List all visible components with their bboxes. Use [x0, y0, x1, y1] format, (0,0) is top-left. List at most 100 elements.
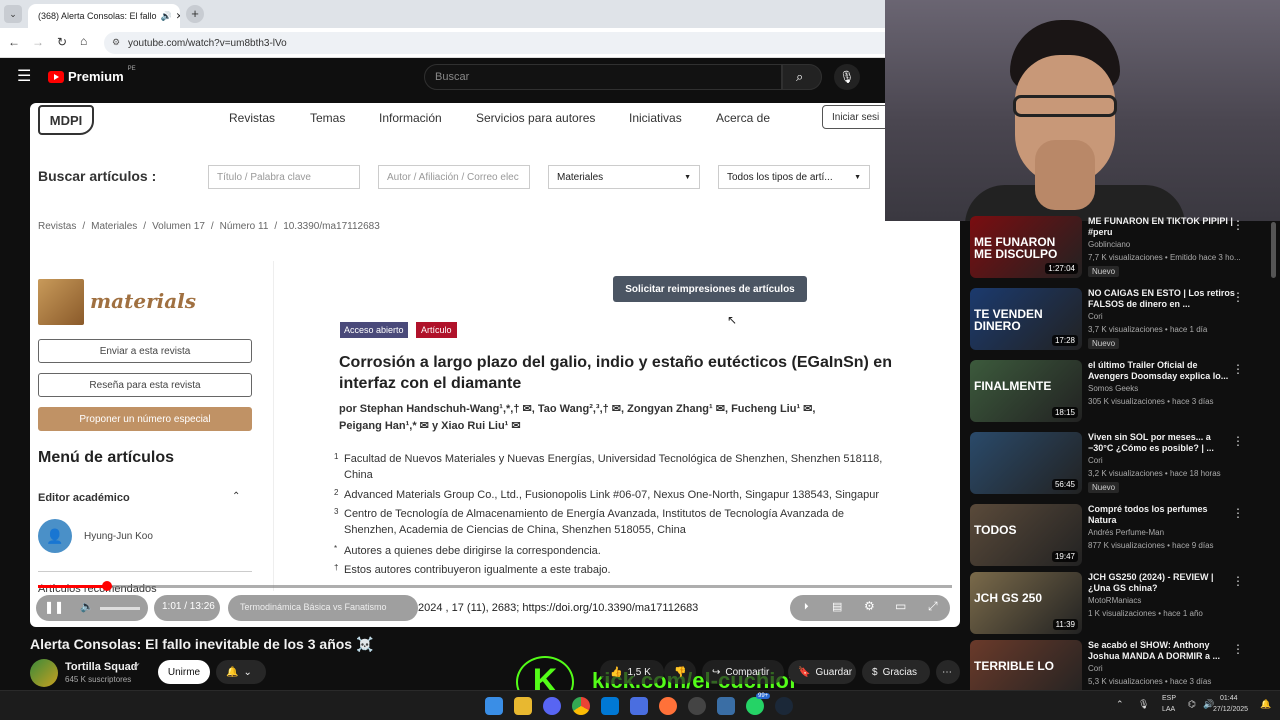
more-options-icon[interactable]: ⋮ — [1232, 434, 1244, 448]
video-thumbnail[interactable]: TE VENDEN DINERO 17:28 — [970, 288, 1082, 350]
chrome-icon[interactable] — [572, 697, 590, 715]
steam-icon[interactable] — [775, 697, 793, 715]
breadcrumb-numero[interactable]: Número 11 — [220, 221, 269, 232]
site-info-icon[interactable]: ⚙ — [112, 37, 120, 48]
authors-line-2[interactable]: Peigang Han¹,* ✉ y Xiao Rui Liu¹ ✉ — [339, 419, 521, 432]
video-thumbnail[interactable]: ME FUNARON ME DISCULPO 1:27:04 — [970, 216, 1082, 278]
tray-chevron-icon[interactable]: ⌃ — [1116, 699, 1124, 710]
channel-name[interactable]: Goblinciano — [1088, 240, 1130, 249]
autoplay-icon[interactable]: ⏵ — [804, 601, 809, 612]
share-button[interactable]: ↪ Compartir — [702, 660, 784, 684]
new-tab-button[interactable]: + — [186, 5, 204, 23]
video-thumbnail[interactable]: FINALMENTE 18:15 — [970, 360, 1082, 422]
recommended-video[interactable]: 56:45 Viven sin SOL por meses... a −30°C … — [970, 432, 1270, 498]
chapter-pill[interactable]: Termodinámica Básica vs Fanatismo — [228, 595, 418, 621]
recommended-video[interactable]: TODOS 19:47 Compré todos los perfumes Natu… — [970, 504, 1270, 570]
volume-slider[interactable] — [100, 607, 140, 610]
back-icon[interactable]: ← — [8, 35, 20, 49]
video-title[interactable]: Se acabó el SHOW: Anthony Joshua MANDA A… — [1088, 640, 1238, 662]
save-button[interactable]: 🔖 Guardar — [788, 660, 856, 684]
more-options-icon[interactable]: ⋮ — [1232, 574, 1244, 588]
tab-list-button[interactable]: ⌄ — [4, 5, 22, 23]
review-journal-button[interactable]: Reseña para esta revista — [38, 373, 252, 397]
breadcrumb-volumen[interactable]: Volumen 17 — [152, 221, 205, 232]
browser-tab[interactable]: (368) Alerta Consolas: El fallo 🔊 ✕ — [28, 4, 180, 28]
recommended-video[interactable]: JCH GS 250 11:39 JCH GS250 (2024) - REVIEW… — [970, 572, 1270, 638]
nav-acerca[interactable]: Acerca de — [716, 111, 770, 125]
recommended-video[interactable]: TE VENDEN DINERO 17:28 NO CAIGAS EN ESTO |… — [970, 288, 1270, 354]
notifications-button[interactable]: 🔔 ⌄ — [216, 660, 266, 684]
more-actions-button[interactable]: ⋯ — [936, 660, 960, 684]
journal-select[interactable]: Materiales ▼ — [548, 165, 700, 189]
search-input[interactable]: Buscar — [424, 64, 782, 90]
channel-name[interactable]: Cori — [1088, 456, 1103, 465]
language-code[interactable]: ESP — [1162, 695, 1176, 702]
notification-bell-icon[interactable]: 🔔 — [1260, 699, 1271, 710]
discord-icon[interactable] — [543, 697, 561, 715]
theater-mode-icon[interactable]: ▭ — [895, 599, 906, 613]
clock-time[interactable]: 01:44 — [1220, 695, 1238, 702]
dislike-button[interactable]: 👎 — [664, 660, 696, 684]
channel-name[interactable]: Cori — [1088, 664, 1103, 673]
video-title[interactable]: el último Trailer Oficial de Avengers Do… — [1088, 360, 1238, 382]
home-icon[interactable]: ⌂ — [80, 34, 87, 48]
voice-search-button[interactable]: 🎙 — [834, 64, 860, 90]
pause-icon[interactable]: ❚❚ — [44, 600, 64, 614]
video-player[interactable]: MDPI Revistas Temas Información Servicio… — [30, 103, 960, 627]
mic-tray-icon[interactable]: 🎙 — [1138, 699, 1149, 710]
like-button[interactable]: 👍 1,5 K — [600, 660, 664, 684]
app-icon[interactable] — [630, 697, 648, 715]
collapse-icon[interactable]: ⌃ — [232, 491, 240, 502]
recommended-video[interactable]: FINALMENTE 18:15 el último Trailer Oficial… — [970, 360, 1270, 426]
more-options-icon[interactable]: ⋮ — [1232, 642, 1244, 656]
channel-avatar[interactable] — [30, 659, 58, 687]
thanks-button[interactable]: $ Gracias — [862, 660, 930, 684]
more-options-icon[interactable]: ⋮ — [1232, 506, 1244, 520]
file-explorer-icon[interactable] — [514, 697, 532, 715]
authors-line-1[interactable]: por Stephan Handschuh-Wang¹,*,† ✉, Tao W… — [339, 402, 815, 415]
title-keyword-field[interactable]: Título / Palabra clave — [208, 165, 360, 189]
breadcrumb-revistas[interactable]: Revistas — [38, 221, 76, 232]
nav-temas[interactable]: Temas — [310, 111, 345, 125]
editor-name[interactable]: Hyung-Jun Koo — [84, 531, 153, 542]
channel-name[interactable]: Tortilla Squad — [65, 661, 138, 673]
forward-icon[interactable]: → — [32, 35, 44, 49]
nav-revistas[interactable]: Revistas — [229, 111, 275, 125]
nav-servicios[interactable]: Servicios para autores — [476, 111, 595, 125]
whatsapp-icon[interactable] — [746, 697, 764, 715]
firefox-icon[interactable] — [659, 697, 677, 715]
breadcrumb-materiales[interactable]: Materiales — [91, 221, 137, 232]
tab-close-icon[interactable]: ✕ — [176, 11, 180, 22]
app-icon-2[interactable] — [717, 697, 735, 715]
vscode-icon[interactable] — [601, 697, 619, 715]
reprints-button[interactable]: Solicitar reimpresiones de artículos — [613, 276, 807, 302]
volume-icon[interactable]: 🔈 — [80, 600, 94, 613]
recommended-video[interactable]: ME FUNARON ME DISCULPO 1:27:04 ME FUNARON … — [970, 216, 1270, 282]
sidebar-scrollbar[interactable] — [1271, 222, 1276, 278]
more-options-icon[interactable]: ⋮ — [1232, 290, 1244, 304]
propose-special-issue-button[interactable]: Proponer un número especial — [38, 407, 252, 431]
more-options-icon[interactable]: ⋮ — [1232, 218, 1244, 232]
channel-name[interactable]: Cori — [1088, 312, 1103, 321]
video-title[interactable]: ME FUNARON EN TIKTOK PIPIPI | #peru — [1088, 216, 1238, 238]
search-button[interactable]: ⌕ — [782, 64, 822, 90]
submit-to-journal-button[interactable]: Enviar a esta revista — [38, 339, 252, 363]
obs-icon[interactable] — [688, 697, 706, 715]
video-thumbnail[interactable]: TODOS 19:47 — [970, 504, 1082, 566]
video-title[interactable]: Compré todos los perfumes Natura — [1088, 504, 1238, 526]
video-thumbnail[interactable]: 56:45 — [970, 432, 1082, 494]
article-type-select[interactable]: Todos los tipos de artí... ▼ — [718, 165, 870, 189]
video-title[interactable]: Viven sin SOL por meses... a −30°C ¿Cómo… — [1088, 432, 1238, 454]
login-button[interactable]: Iniciar sesi — [822, 105, 892, 129]
video-title[interactable]: NO CAIGAS EN ESTO | Los retiros FALSOS d… — [1088, 288, 1238, 310]
menu-icon[interactable]: ☰ — [17, 66, 31, 86]
materials-logo[interactable] — [38, 279, 84, 325]
youtube-logo[interactable]: Premium PE — [48, 66, 136, 84]
clock-date[interactable]: 27/12/2025 — [1213, 706, 1248, 713]
windows-start-icon[interactable] — [485, 697, 503, 715]
reload-icon[interactable]: ↻ — [57, 35, 67, 49]
author-field[interactable]: Autor / Afiliación / Correo elec — [378, 165, 530, 189]
nav-iniciativas[interactable]: Iniciativas — [629, 111, 682, 125]
subtitles-icon[interactable]: ▤ — [832, 600, 842, 613]
video-title[interactable]: JCH GS250 (2024) - REVIEW | ¿Una GS chin… — [1088, 572, 1238, 594]
